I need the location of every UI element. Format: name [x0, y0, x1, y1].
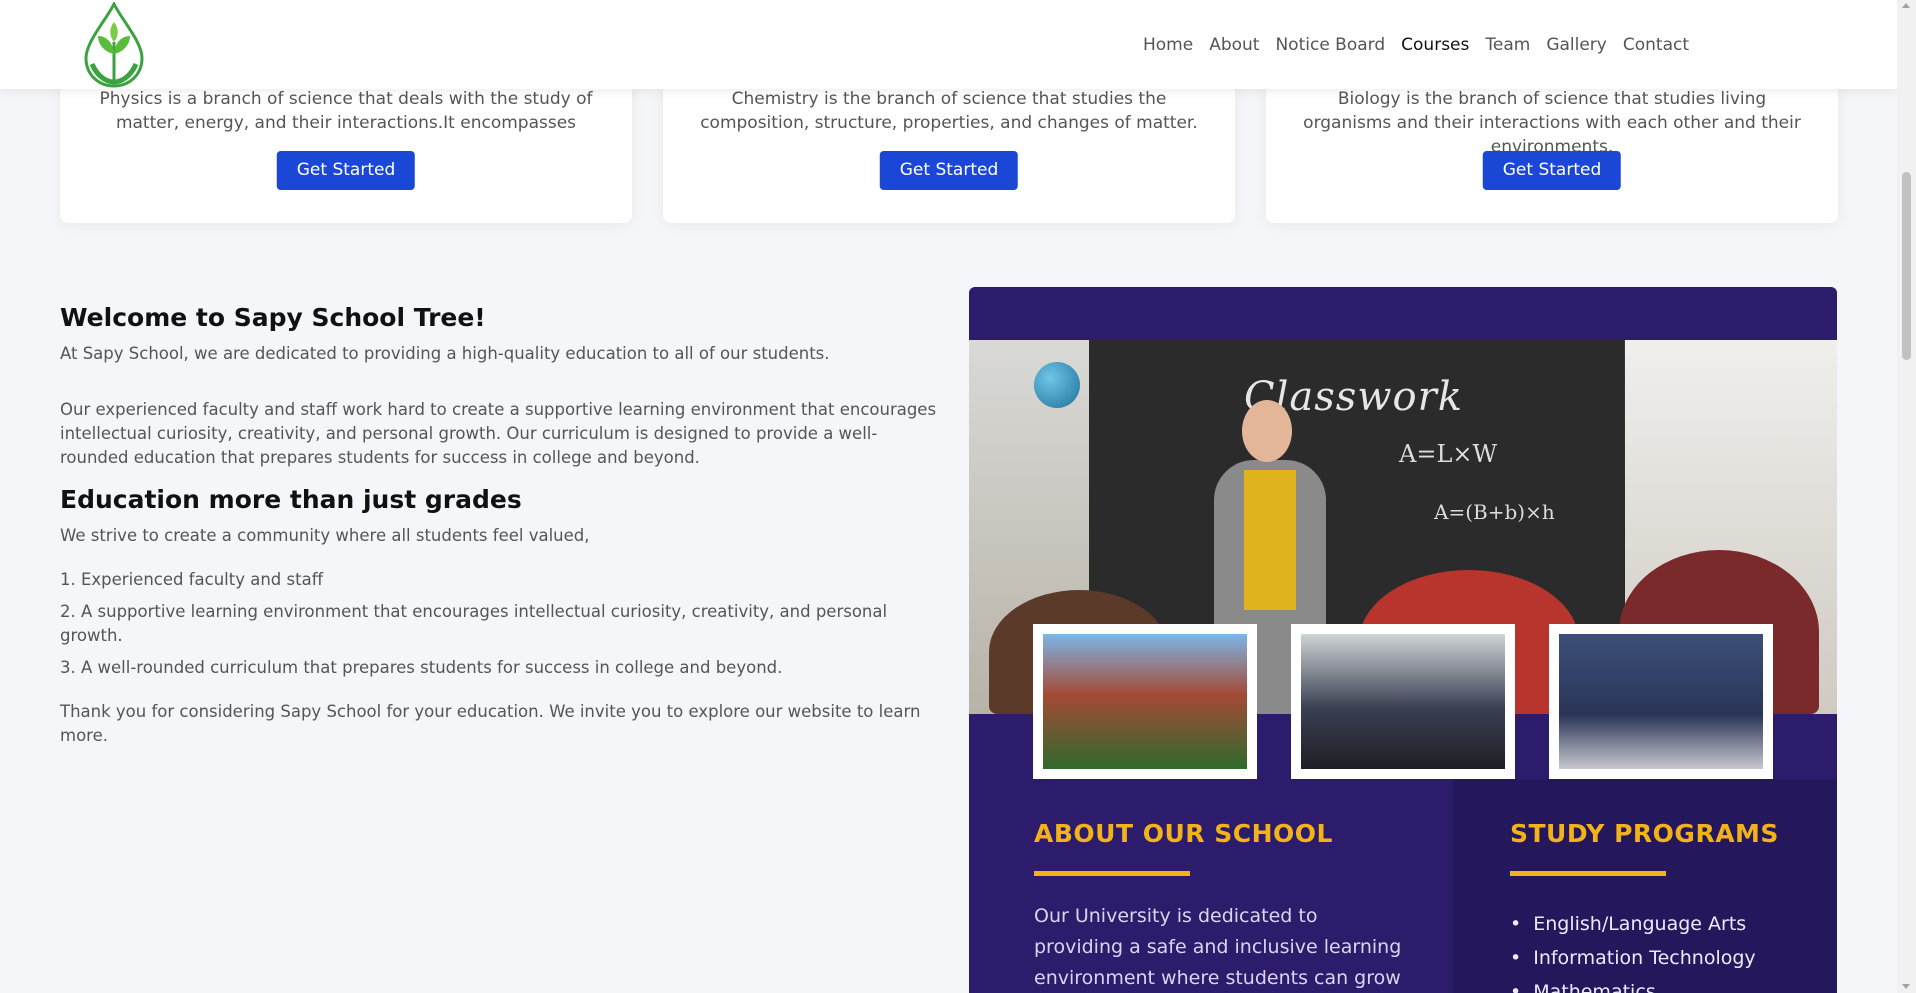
get-started-button[interactable]: Get Started — [276, 151, 416, 190]
photo-students — [1549, 624, 1773, 779]
scrollbar-thumb[interactable] — [1902, 172, 1911, 360]
nav-home[interactable]: Home — [1143, 35, 1193, 55]
nav-courses[interactable]: Courses — [1401, 35, 1469, 55]
nav-about[interactable]: About — [1209, 35, 1259, 55]
teacher-head — [1242, 400, 1292, 462]
main-nav: Home About Notice Board Courses Team Gal… — [1143, 0, 1689, 89]
site-header: Home About Notice Board Courses Team Gal… — [0, 0, 1897, 89]
program-item: Mathematics — [1510, 975, 1756, 993]
education-subtitle: Education more than just grades — [60, 485, 522, 514]
welcome-body: Our experienced faculty and staff work h… — [60, 400, 937, 467]
page-scrollbar[interactable] — [1897, 0, 1916, 993]
photo-school-building — [1033, 624, 1257, 779]
nav-gallery[interactable]: Gallery — [1546, 35, 1607, 55]
heading-underline — [1510, 871, 1666, 876]
photo-graduation — [1291, 624, 1515, 779]
feature-item: 1. Experienced faculty and staff — [60, 570, 324, 589]
chalk-formula: A=(B+b)×h — [1434, 500, 1555, 524]
welcome-title: Welcome to Sapy School Tree! — [60, 303, 486, 332]
page: Physics is a branch of science that deal… — [0, 0, 1897, 993]
nav-notice-board[interactable]: Notice Board — [1275, 35, 1385, 55]
globe-icon — [1034, 362, 1080, 408]
scroll-down-arrow-icon[interactable] — [1902, 984, 1910, 989]
get-started-button[interactable]: Get Started — [1482, 151, 1622, 190]
programs-list: English/Language Arts Information Techno… — [1510, 907, 1756, 993]
program-item: Information Technology — [1510, 941, 1755, 975]
nav-contact[interactable]: Contact — [1623, 35, 1689, 55]
chalk-formula: A=L×W — [1399, 440, 1498, 468]
heading-underline — [1034, 871, 1190, 876]
feature-list: 1. Experienced faculty and staff 2. A su… — [60, 568, 940, 680]
closing-text: Thank you for considering Sapy School fo… — [60, 702, 921, 745]
school-promo-image: Classwork A=L×W A=(B+b)×h ABOUT OUR SCHO… — [969, 287, 1837, 993]
welcome-intro: At Sapy School, we are dedicated to prov… — [60, 344, 830, 363]
strive-text: We strive to create a community where al… — [60, 526, 590, 545]
course-description: Physics is a branch of science that deal… — [99, 89, 593, 133]
feature-item: 3. A well-rounded curriculum that prepar… — [60, 658, 783, 677]
scroll-up-arrow-icon[interactable] — [1902, 3, 1910, 8]
leaf-drop-logo-icon[interactable] — [84, 2, 144, 88]
study-programs-heading: STUDY PROGRAMS — [1510, 819, 1779, 848]
welcome-section: Welcome to Sapy School Tree! At Sapy Sch… — [60, 298, 940, 748]
about-school-text: Our University is dedicated to providing… — [1034, 905, 1402, 989]
course-description: Biology is the branch of science that st… — [1303, 89, 1801, 157]
about-school-heading: ABOUT OUR SCHOOL — [1034, 819, 1333, 848]
teacher-shirt — [1244, 470, 1296, 610]
feature-item: 2. A supportive learning environment tha… — [60, 602, 888, 645]
program-item: English/Language Arts — [1510, 907, 1756, 941]
get-started-button[interactable]: Get Started — [879, 151, 1019, 190]
course-description: Chemistry is the branch of science that … — [700, 89, 1198, 133]
nav-team[interactable]: Team — [1485, 35, 1530, 55]
